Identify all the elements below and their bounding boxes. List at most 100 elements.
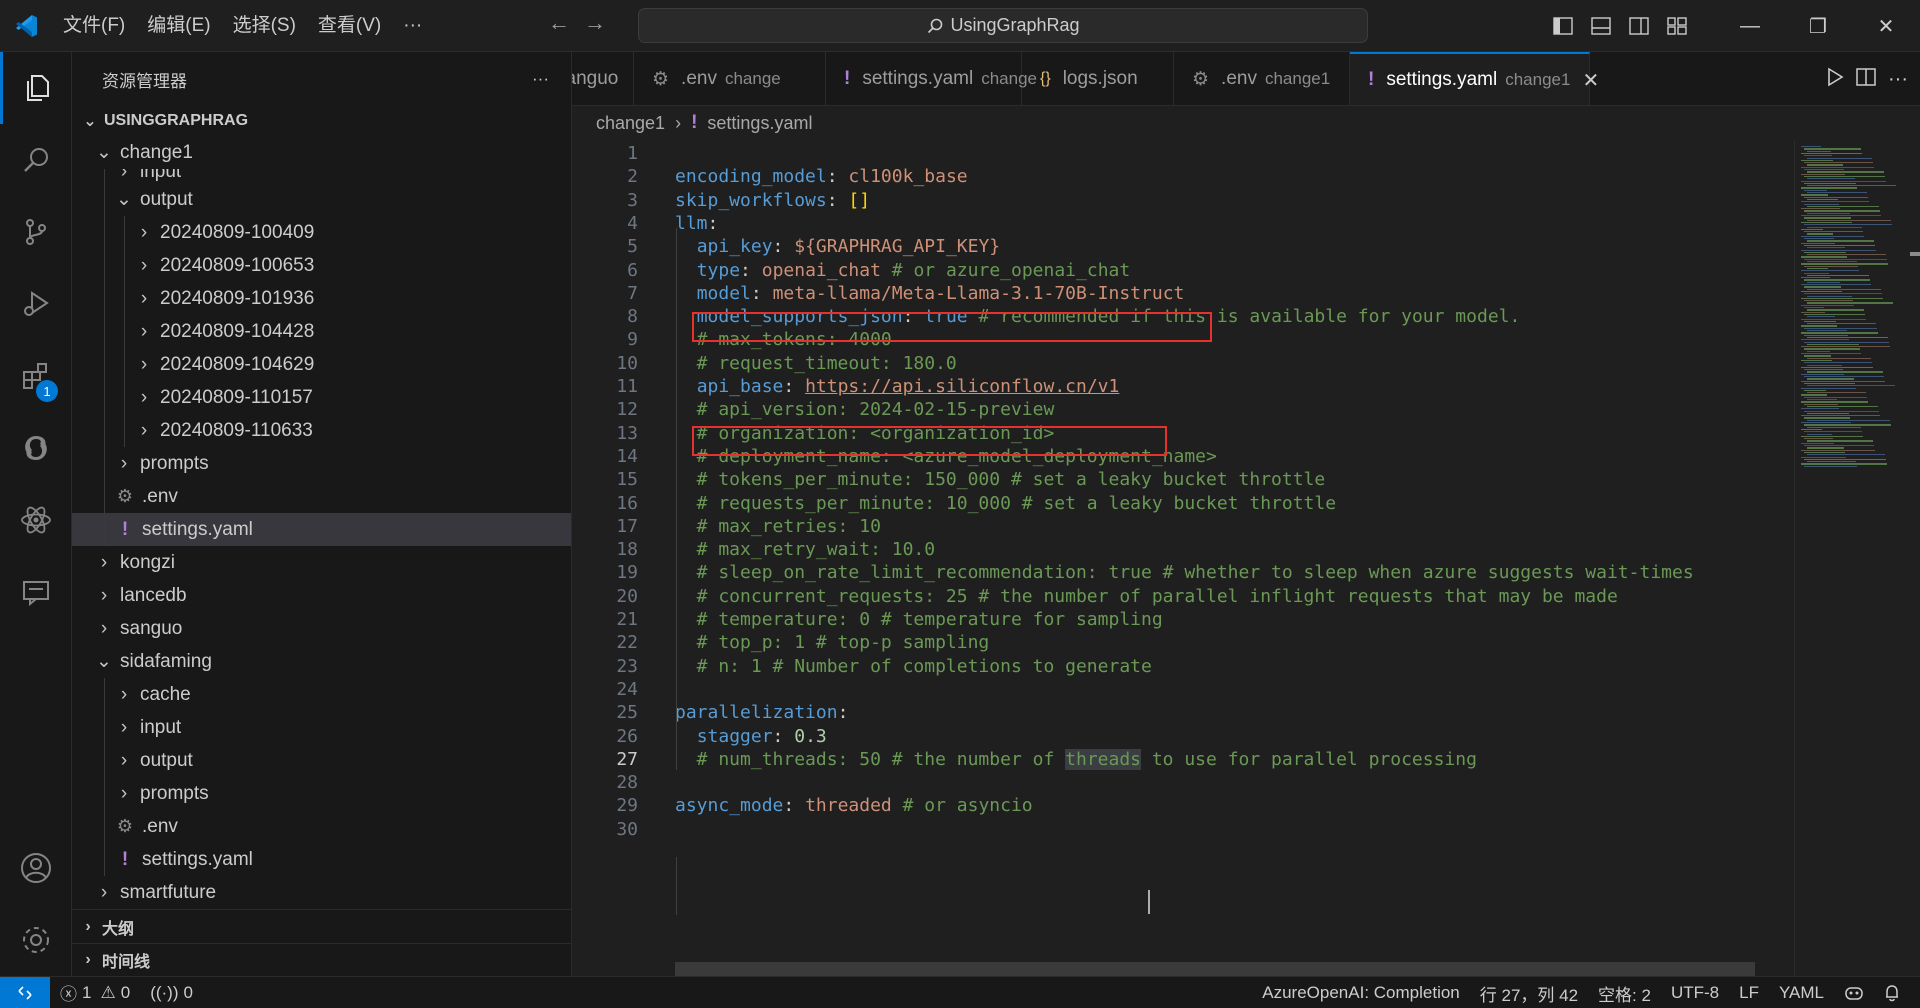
editor-tab[interactable]: {} logs.json: [1022, 52, 1174, 105]
minimap-line: [1804, 251, 1846, 254]
toggle-panel-icon[interactable]: [1582, 0, 1620, 52]
tree-item[interactable]: › 20240809-104428: [72, 315, 571, 348]
minimap-line: [1807, 412, 1849, 415]
minimap-line: [1801, 463, 1887, 465]
indentation[interactable]: 空格: 2: [1588, 981, 1661, 1006]
explorer-more-actions[interactable]: ···: [532, 69, 549, 89]
tree-item[interactable]: › 20240809-100409: [72, 216, 571, 249]
outline-section[interactable]: › 大纲: [72, 910, 571, 943]
tree-item[interactable]: ⌄ output: [72, 183, 571, 216]
minimap-line: [1807, 281, 1840, 283]
tree-item[interactable]: ⌄ sidafaming: [72, 645, 571, 678]
tree-item[interactable]: ⚙ .env: [72, 480, 571, 513]
tree-item[interactable]: ! settings.yaml: [72, 843, 571, 876]
menu-file[interactable]: 文件(F): [52, 9, 136, 43]
chevron-right-icon: ›: [140, 254, 148, 276]
toggle-primary-sidebar-icon[interactable]: [1544, 0, 1582, 52]
chevron-right-icon: ›: [140, 221, 148, 243]
react-atom-icon[interactable]: [0, 484, 72, 556]
customize-layout-icon[interactable]: [1658, 0, 1696, 52]
tree-item[interactable]: ⚙ .env: [72, 810, 571, 843]
minimap-line: [1804, 465, 1857, 467]
editor-tab[interactable]: sanguo: [572, 52, 634, 105]
horizontal-scrollbar[interactable]: [675, 962, 1755, 976]
minimap-line: [1801, 297, 1883, 300]
tree-item[interactable]: › 20240809-101936: [72, 282, 571, 315]
tree-item[interactable]: › kongzi: [72, 546, 571, 579]
menu-edit[interactable]: 编辑(E): [136, 9, 221, 43]
tree-item[interactable]: › smartfuture: [72, 876, 571, 909]
sidebar-bottom-sections: › 大纲 › 时间线: [72, 909, 571, 976]
tree-item[interactable]: ! settings.yaml: [72, 513, 571, 546]
minimap-line: [1804, 334, 1848, 336]
menu-selection[interactable]: 选择(S): [222, 9, 307, 43]
editor-tab[interactable]: ⚙ .env change1: [1174, 52, 1350, 105]
vertical-scrollbar[interactable]: [1906, 140, 1920, 976]
tree-item[interactable]: › cache: [72, 678, 571, 711]
code-line: 23 # n: 1 # Number of completions to gen…: [572, 655, 1792, 678]
editor-tab[interactable]: ⚙ .env change: [634, 52, 826, 105]
toggle-secondary-sidebar-icon[interactable]: [1620, 0, 1658, 52]
menu-view[interactable]: 查看(V): [307, 9, 392, 43]
breadcrumb-file[interactable]: settings.yaml: [707, 113, 812, 134]
tree-item[interactable]: › prompts: [72, 447, 571, 480]
tree-item[interactable]: › input: [72, 711, 571, 744]
timeline-section[interactable]: › 时间线: [72, 943, 571, 976]
tree-item[interactable]: › 20240809-110157: [72, 381, 571, 414]
close-tab-icon[interactable]: ✕: [1582, 68, 1599, 93]
run-debug-icon[interactable]: [0, 268, 72, 340]
command-center-search[interactable]: UsingGraphRag: [638, 8, 1368, 43]
tree-item[interactable]: › prompts: [72, 777, 571, 810]
explorer-icon[interactable]: [0, 52, 72, 124]
line-number: 4: [627, 212, 638, 234]
minimap-line: [1801, 456, 1846, 458]
more-actions-icon[interactable]: ···: [1888, 68, 1908, 91]
account-icon[interactable]: [0, 832, 72, 904]
tree-item[interactable]: › 20240809-110633: [72, 414, 571, 447]
tree-item[interactable]: › sanguo: [72, 612, 571, 645]
remote-indicator-icon[interactable]: [0, 976, 50, 1008]
cursor-position[interactable]: 行 27，列 42: [1470, 981, 1588, 1006]
tree-item[interactable]: › 20240809-100653: [72, 249, 571, 282]
forward-arrow-icon[interactable]: →: [584, 10, 606, 36]
menu-more[interactable]: ···: [392, 9, 433, 43]
notifications-bell-icon[interactable]: [1874, 984, 1910, 1002]
tree-item[interactable]: › output: [72, 744, 571, 777]
minimap[interactable]: [1794, 140, 1906, 976]
settings-gear-icon[interactable]: [0, 904, 72, 976]
end-of-line[interactable]: LF: [1729, 983, 1769, 1003]
search-view-icon[interactable]: [0, 124, 72, 196]
editor-tab[interactable]: ! settings.yaml change1 ✕: [1350, 52, 1599, 105]
code-line: 22 # top_p: 1 # top-p sampling: [572, 631, 1792, 654]
code-editor[interactable]: 1 2 encoding_model: cl100k_base 3 skip_workf…: [572, 140, 1920, 976]
close-window-button[interactable]: ✕: [1852, 0, 1920, 52]
split-editor-icon[interactable]: [1856, 67, 1876, 92]
tree-item[interactable]: › lancedb: [72, 579, 571, 612]
status-mode[interactable]: AzureOpenAI: Completion: [1252, 983, 1470, 1003]
back-arrow-icon[interactable]: ←: [548, 10, 570, 36]
copilot-icon[interactable]: [1834, 984, 1874, 1002]
run-icon[interactable]: [1826, 67, 1844, 92]
problems-indicator[interactable]: ⓧ 1 ⚠ 0: [50, 980, 140, 1005]
extensions-icon[interactable]: 1: [0, 340, 72, 412]
source-control-icon[interactable]: [0, 196, 72, 268]
tree-item-label: 20240809-110157: [160, 386, 313, 408]
editor-tab[interactable]: ! settings.yaml change: [826, 52, 1037, 105]
remote-extension-icon[interactable]: [0, 412, 72, 484]
minimize-button[interactable]: —: [1716, 0, 1784, 52]
minimap-line: [1801, 228, 1823, 231]
workspace-root[interactable]: ⌄ USINGGRAPHRAG: [72, 106, 571, 136]
restore-button[interactable]: ❐: [1784, 0, 1852, 52]
file-encoding[interactable]: UTF-8: [1661, 983, 1729, 1003]
breadcrumb-folder[interactable]: change1: [596, 113, 665, 134]
minimap-line: [1804, 451, 1845, 454]
language-mode[interactable]: YAML: [1769, 983, 1834, 1003]
code-token: :: [772, 236, 795, 258]
tree-item[interactable]: › 20240809-104629: [72, 348, 571, 381]
code-line: 18 # max_retry_wait: 10.0: [572, 538, 1792, 561]
tree-item[interactable]: ⌄ change1: [72, 136, 571, 169]
chat-icon[interactable]: [0, 556, 72, 628]
ports-indicator[interactable]: ((·)) 0: [140, 983, 203, 1003]
tree-item[interactable]: › input: [72, 169, 571, 183]
